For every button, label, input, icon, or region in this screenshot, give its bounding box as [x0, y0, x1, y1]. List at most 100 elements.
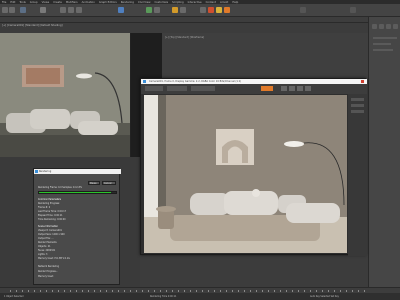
pause-label: Pause	[90, 182, 97, 185]
main-toolbar	[0, 4, 400, 17]
link-icon[interactable]	[20, 7, 26, 13]
section-header[interactable]: Scene Information	[38, 225, 58, 228]
side-table-top	[156, 206, 176, 212]
redo-icon[interactable]	[9, 7, 15, 13]
timeline-tick	[58, 290, 59, 292]
timeline-tick	[64, 290, 65, 292]
status-right[interactable]: Auto Key Selected Set Key	[310, 295, 339, 298]
create-tab-icon[interactable]	[372, 24, 377, 29]
material-editor-icon[interactable]	[200, 7, 206, 13]
timeline-tick	[94, 290, 95, 292]
timeline-tick	[304, 290, 305, 292]
close-icon[interactable]	[361, 80, 364, 83]
undo-icon[interactable]	[2, 7, 8, 13]
viewport-dropdown[interactable]	[167, 86, 187, 91]
pause-button[interactable]: Pause	[88, 181, 100, 185]
info-row: Network Rendering	[38, 265, 59, 268]
timeline-tick	[292, 290, 293, 292]
cancel-button[interactable]: Cancel	[102, 181, 116, 185]
info-row: Elapsed Time: 0:00:11	[38, 214, 63, 217]
timeline-tick	[214, 290, 215, 292]
timeline-tick	[352, 290, 353, 292]
pillow	[252, 189, 260, 197]
timeline-tick	[238, 290, 239, 292]
timeline-tick	[106, 290, 107, 292]
snap-icon[interactable]	[118, 7, 124, 13]
app-icon	[35, 170, 38, 173]
timeline-tick	[244, 290, 245, 292]
status-bar: 1 Object Selected Rendering Time 0:00:11…	[0, 293, 400, 300]
timeline-tick	[340, 290, 341, 292]
timeline-tick	[334, 290, 335, 292]
workspace-icon[interactable]	[300, 7, 306, 13]
area-to-render-dropdown[interactable]	[145, 86, 163, 91]
wall-art-arch-inner	[228, 146, 242, 163]
sofa-chaise	[286, 203, 340, 223]
timeline-tick	[124, 290, 125, 292]
timeline-tick	[136, 290, 137, 292]
timeline-tick	[208, 290, 209, 292]
save-image-icon[interactable]	[281, 86, 287, 91]
rotate-icon[interactable]	[68, 7, 74, 13]
section-header[interactable]: Common Parameters	[38, 198, 61, 201]
render-frame-icon[interactable]	[216, 7, 222, 13]
info-row: Last Frame Time: 0:00:17	[38, 210, 66, 213]
copy-image-icon[interactable]	[289, 86, 295, 91]
sofa-part	[30, 109, 70, 129]
lamp-shade	[76, 73, 92, 79]
timeline-tick	[166, 290, 167, 292]
move-icon[interactable]	[60, 7, 66, 13]
timeline-tick	[148, 290, 149, 292]
scale-icon[interactable]	[76, 7, 82, 13]
timeline-tick	[316, 290, 317, 292]
camera-viewport[interactable]	[0, 33, 131, 157]
side-panel-button[interactable]	[351, 104, 364, 107]
timeline-tick	[256, 290, 257, 292]
application-window: File Edit Tools Group Views Create Modifiers An…	[0, 0, 400, 300]
top-viewport[interactable]	[162, 33, 368, 78]
render-icon[interactable]	[224, 7, 230, 13]
sofa-part	[78, 121, 118, 135]
render-preset-dropdown[interactable]	[191, 86, 215, 91]
timeline-tick	[46, 290, 47, 292]
timeline-tick	[322, 290, 323, 292]
timeline-tick	[76, 290, 77, 292]
viewport-label[interactable]: [+] [Camera001] [Standard] [Default Shad…	[2, 24, 63, 27]
render-frame-toolbar	[141, 84, 367, 94]
clone-frame-icon[interactable]	[297, 86, 303, 91]
timeline-tick	[346, 290, 347, 292]
timeline-tick	[100, 290, 101, 292]
info-row: Rendering Progress:	[38, 202, 60, 205]
info-row: Time Remaining: 0:00:00	[38, 218, 66, 221]
timeline-tick	[154, 290, 155, 292]
timeline-tick	[184, 290, 185, 292]
timeline-tick	[172, 290, 173, 292]
layer-icon[interactable]	[172, 7, 178, 13]
hierarchy-tab-icon[interactable]	[386, 24, 391, 29]
timeline-tick	[250, 290, 251, 292]
align-icon[interactable]	[154, 7, 160, 13]
curve-editor-icon[interactable]	[180, 7, 186, 13]
command-panel	[368, 17, 400, 287]
render-frame-window: Camera001, frame 0, Display Gamma: 2.2, …	[140, 78, 367, 256]
modify-tab-icon[interactable]	[379, 24, 384, 29]
side-panel-button[interactable]	[351, 98, 364, 101]
mirror-icon[interactable]	[146, 7, 152, 13]
render-frame-title: Camera001, frame 0, Display Gamma: 2.2, …	[149, 80, 242, 83]
dialog-title: Rendering	[39, 170, 52, 173]
print-icon[interactable]	[305, 86, 311, 91]
dialog-title-bar[interactable]: Rendering	[34, 169, 121, 174]
timeline-tick	[52, 290, 53, 292]
info-row: Render Progress...	[38, 270, 58, 273]
render-button[interactable]	[261, 86, 273, 91]
timeline-tick	[16, 290, 17, 292]
motion-tab-icon[interactable]	[393, 24, 398, 29]
search-icon[interactable]	[350, 7, 356, 13]
side-panel-button[interactable]	[351, 110, 364, 113]
viewport-label[interactable]: [+] [Top] [Standard] [Wireframe]	[165, 36, 204, 39]
select-icon[interactable]	[40, 7, 46, 13]
render-setup-icon[interactable]	[208, 7, 214, 13]
timeline-tick	[28, 290, 29, 292]
status-middle: Rendering Time 0:00:11	[150, 295, 177, 298]
panel-divider	[373, 37, 397, 39]
